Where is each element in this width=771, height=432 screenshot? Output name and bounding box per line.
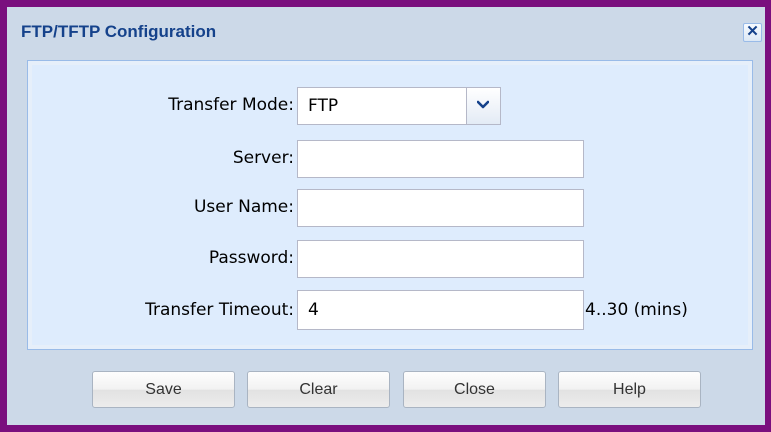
user-name-label: User Name:: [193, 197, 294, 217]
server-input[interactable]: [297, 140, 584, 178]
help-button[interactable]: Help: [558, 371, 701, 408]
close-button[interactable]: Close: [403, 371, 546, 408]
transfer-timeout-input[interactable]: 4: [297, 290, 584, 330]
chevron-down-icon: [477, 100, 489, 109]
password-label: Password:: [208, 248, 294, 268]
close-icon[interactable]: ✕: [743, 23, 762, 42]
server-label: Server:: [232, 148, 294, 168]
transfer-mode-dropdown-button[interactable]: [466, 88, 500, 124]
transfer-mode-select[interactable]: FTP: [297, 87, 501, 125]
form-panel: Transfer Mode: FTP Server: User Name: Pa…: [27, 60, 753, 350]
save-button[interactable]: Save: [92, 371, 235, 408]
transfer-timeout-hint: 4..30 (mins): [585, 300, 688, 320]
transfer-mode-label: Transfer Mode:: [168, 95, 294, 115]
clear-button[interactable]: Clear: [247, 371, 390, 408]
dialog-titlebar[interactable]: FTP/TFTP Configuration ✕: [7, 7, 765, 53]
user-name-input[interactable]: [297, 189, 584, 227]
transfer-timeout-label: Transfer Timeout:: [145, 300, 294, 320]
dialog-title: FTP/TFTP Configuration: [21, 22, 217, 41]
ftp-config-dialog: FTP/TFTP Configuration ✕ Transfer Mode: …: [7, 7, 765, 425]
transfer-mode-value: FTP: [308, 96, 339, 116]
password-input[interactable]: [297, 240, 584, 278]
